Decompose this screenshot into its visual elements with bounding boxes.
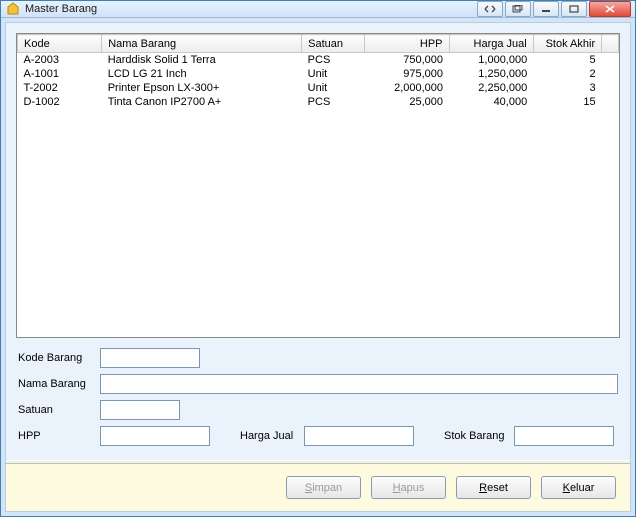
titlebar[interactable]: Master Barang (1, 1, 635, 18)
app-icon (5, 1, 21, 17)
table-header-row[interactable]: KodeNama BarangSatuanHPPHarga JualStok A… (18, 35, 619, 53)
nama-label: Nama Barang (18, 378, 100, 390)
hpp-field[interactable] (100, 426, 210, 446)
cell: 3 (533, 81, 601, 95)
harga-label: Harga Jual (240, 430, 304, 442)
col-header-spacer (602, 35, 619, 53)
cell: 1,250,000 (449, 67, 533, 81)
cell: 2,000,000 (365, 81, 449, 95)
prev-next-button[interactable] (477, 1, 503, 17)
cell: 15 (533, 95, 601, 109)
stok-label: Stok Barang (444, 430, 514, 442)
cell: 25,000 (365, 95, 449, 109)
restore-group-button[interactable] (505, 1, 531, 17)
client-area: KodeNama BarangSatuanHPPHarga JualStok A… (5, 22, 631, 512)
cell: A-2003 (18, 53, 102, 68)
cell: PCS (302, 95, 365, 109)
simpan-rest: impan (312, 482, 342, 494)
simpan-button[interactable]: Simpan (286, 476, 361, 499)
keluar-button[interactable]: Keluar (541, 476, 616, 499)
cell: 975,000 (365, 67, 449, 81)
separator (6, 460, 630, 461)
cell: PCS (302, 53, 365, 68)
col-header[interactable]: Harga Jual (449, 35, 533, 53)
cell: 40,000 (449, 95, 533, 109)
satuan-field[interactable] (100, 400, 180, 420)
kode-field[interactable] (100, 348, 200, 368)
cell: 750,000 (365, 53, 449, 68)
button-bar: Simpan Hapus Reset Keluar (6, 463, 630, 511)
window-title: Master Barang (25, 3, 477, 15)
table-row[interactable]: A-1001LCD LG 21 InchUnit975,0001,250,000… (18, 67, 619, 81)
col-header[interactable]: Kode (18, 35, 102, 53)
stok-field[interactable] (514, 426, 614, 446)
cell: 2,250,000 (449, 81, 533, 95)
col-header[interactable]: Satuan (302, 35, 365, 53)
harga-field[interactable] (304, 426, 414, 446)
cell: Harddisk Solid 1 Terra (102, 53, 302, 68)
cell: 1,000,000 (449, 53, 533, 68)
window-controls (477, 1, 631, 17)
cell: Tinta Canon IP2700 A+ (102, 95, 302, 109)
hapus-button[interactable]: Hapus (371, 476, 446, 499)
form-panel: Kode Barang Nama Barang Satuan HPP Harga… (18, 348, 618, 452)
data-grid[interactable]: KodeNama BarangSatuanHPPHarga JualStok A… (16, 33, 620, 338)
table-row[interactable]: T-2002Printer Epson LX-300+Unit2,000,000… (18, 81, 619, 95)
minimize-button[interactable] (533, 1, 559, 17)
nama-field[interactable] (100, 374, 618, 394)
keluar-rest: eluar (570, 482, 594, 494)
cell: 2 (533, 67, 601, 81)
maximize-button[interactable] (561, 1, 587, 17)
cell: Unit (302, 81, 365, 95)
reset-button[interactable]: Reset (456, 476, 531, 499)
col-header[interactable]: Nama Barang (102, 35, 302, 53)
table-row[interactable]: D-1002Tinta Canon IP2700 A+PCS25,00040,0… (18, 95, 619, 109)
cell: Printer Epson LX-300+ (102, 81, 302, 95)
window: Master Barang KodeNama BarangSatuanHPPHa… (0, 0, 636, 517)
cell: D-1002 (18, 95, 102, 109)
kode-label: Kode Barang (18, 352, 100, 364)
reset-rest: eset (487, 482, 508, 494)
close-button[interactable] (589, 1, 631, 17)
cell: LCD LG 21 Inch (102, 67, 302, 81)
hpp-label: HPP (18, 430, 100, 442)
table-row[interactable]: A-2003Harddisk Solid 1 TerraPCS750,0001,… (18, 53, 619, 68)
cell: Unit (302, 67, 365, 81)
satuan-label: Satuan (18, 404, 100, 416)
cell: A-1001 (18, 67, 102, 81)
col-header[interactable]: HPP (365, 35, 449, 53)
col-header[interactable]: Stok Akhir (533, 35, 601, 53)
cell: 5 (533, 53, 601, 68)
hapus-rest: apus (401, 482, 425, 494)
cell: T-2002 (18, 81, 102, 95)
